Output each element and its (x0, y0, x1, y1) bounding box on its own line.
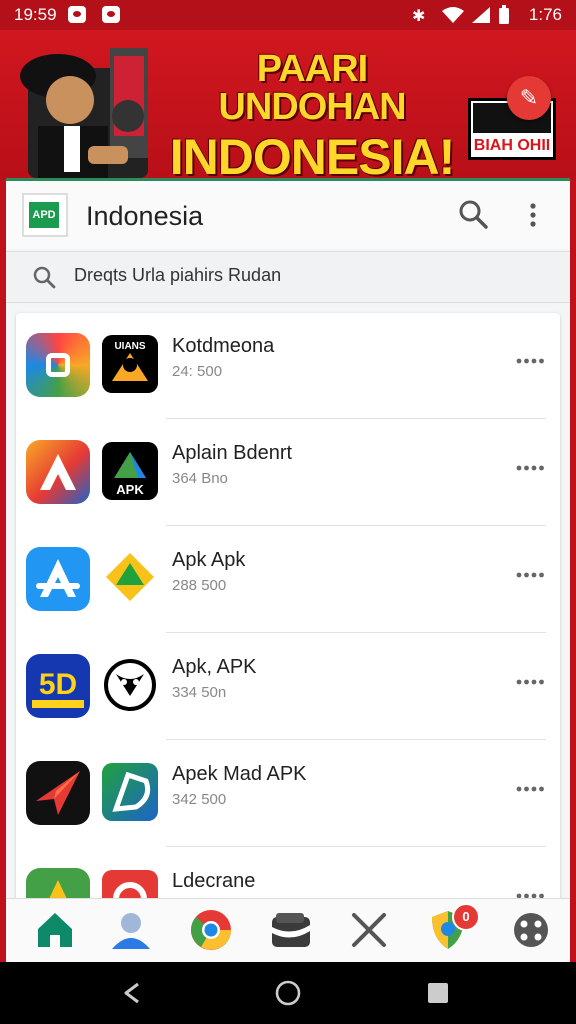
page-title: Indonesia (86, 201, 204, 231)
app-icon-secondary: UIANS (102, 335, 158, 393)
app-name: Kotdmeona (172, 335, 275, 357)
system-nav-bar (0, 962, 576, 1024)
home-button-icon[interactable] (274, 979, 302, 1007)
svg-text:UIANS: UIANS (114, 341, 145, 352)
app-name: Ldecrane (172, 870, 256, 892)
app-icon-primary (26, 761, 90, 825)
battery-icon (499, 5, 509, 24)
svg-text:APK: APK (116, 482, 144, 497)
more-horizontal-icon[interactable] (516, 357, 544, 365)
svg-text:5D: 5D (39, 668, 77, 701)
search-input[interactable]: Dreqts Urla piahirs Rudan (74, 265, 281, 286)
promo-person-illustration (20, 48, 148, 178)
list-item[interactable]: Ldecrane (16, 848, 560, 903)
wallet-icon[interactable] (268, 907, 314, 953)
app-icon-secondary: APK (102, 442, 158, 500)
notification-badge: 0 (452, 903, 480, 931)
app-list: UIANS Kotdmeona 24: 500 APK Aplain Bdenr… (16, 313, 560, 903)
settings-icon[interactable] (508, 907, 554, 953)
more-horizontal-icon[interactable] (516, 464, 544, 472)
app-size: 342 500 (172, 791, 227, 808)
banner-badge-text: BIAH OHII (473, 137, 551, 154)
search-field-icon (33, 266, 56, 289)
app-logo-text: APD (29, 202, 59, 228)
app-size: 364 Bno (172, 470, 228, 487)
more-horizontal-icon[interactable] (516, 571, 544, 579)
notification-icon (68, 6, 86, 23)
status-clock: 1:76 (528, 5, 562, 24)
tools-icon[interactable] (346, 907, 392, 953)
more-horizontal-icon[interactable] (516, 678, 544, 686)
app-icon-primary (26, 333, 90, 397)
app-icon-secondary (102, 763, 158, 821)
chrome-icon[interactable] (188, 907, 234, 953)
more-horizontal-icon[interactable] (516, 785, 544, 793)
app-name: Apk, APK (172, 656, 257, 678)
banner-headline-line1: PAARI UNDOHAN (218, 48, 406, 128)
promo-banner[interactable]: PAARI UNDOHAN INDONESIA! BIAH OHII ✎ (0, 30, 576, 180)
app-icon-primary (26, 547, 90, 611)
hammer-icon[interactable]: ✎ (507, 76, 551, 120)
app-name: Apek Mad APK (172, 763, 307, 785)
more-vertical-icon[interactable] (526, 201, 540, 229)
app-panel: APD Indonesia Dreqts Urla piahirs Rudan … (6, 178, 570, 967)
search-bar[interactable]: Dreqts Urla piahirs Rudan (6, 251, 570, 303)
back-icon[interactable] (120, 979, 148, 1007)
banner-headline-line2: INDONESIA! (169, 129, 455, 180)
signal-icon (472, 7, 490, 23)
app-size: 24: 500 (172, 363, 223, 380)
message-icon (102, 6, 120, 23)
list-item[interactable]: Apk Apk 288 500 (16, 527, 560, 633)
list-item[interactable]: Apek Mad APK 342 500 (16, 741, 560, 847)
recents-icon[interactable] (424, 979, 452, 1007)
app-name: Apk Apk (172, 549, 246, 571)
app-name: Aplain Bdenrt (172, 442, 293, 464)
app-size: 334 50n (172, 684, 227, 701)
contacts-icon[interactable] (108, 907, 154, 953)
bluetooth-icon: ✱ (412, 8, 426, 25)
app-icon-primary: 5D (26, 654, 90, 718)
banner-headline: PAARI UNDOHAN INDONESIA! (162, 50, 462, 180)
app-icon-secondary (102, 549, 158, 607)
wifi-icon (442, 7, 464, 23)
list-item[interactable]: UIANS Kotdmeona 24: 500 (16, 313, 560, 419)
search-icon[interactable] (458, 199, 488, 229)
app-header: APD Indonesia (6, 181, 570, 249)
status-time: 19:59 (14, 5, 57, 24)
home-icon[interactable] (32, 907, 78, 953)
app-icon-primary (26, 440, 90, 504)
app-size: 288 500 (172, 577, 227, 594)
list-item[interactable]: APK Aplain Bdenrt 364 Bno (16, 420, 560, 526)
app-logo[interactable]: APD (22, 193, 68, 237)
list-item[interactable]: 5D Apk, APK 334 50n (16, 634, 560, 740)
bottom-dock: 0 (6, 898, 570, 963)
app-icon-secondary (102, 656, 158, 714)
status-bar: 19:59 ✱ 1:76 (0, 0, 576, 30)
